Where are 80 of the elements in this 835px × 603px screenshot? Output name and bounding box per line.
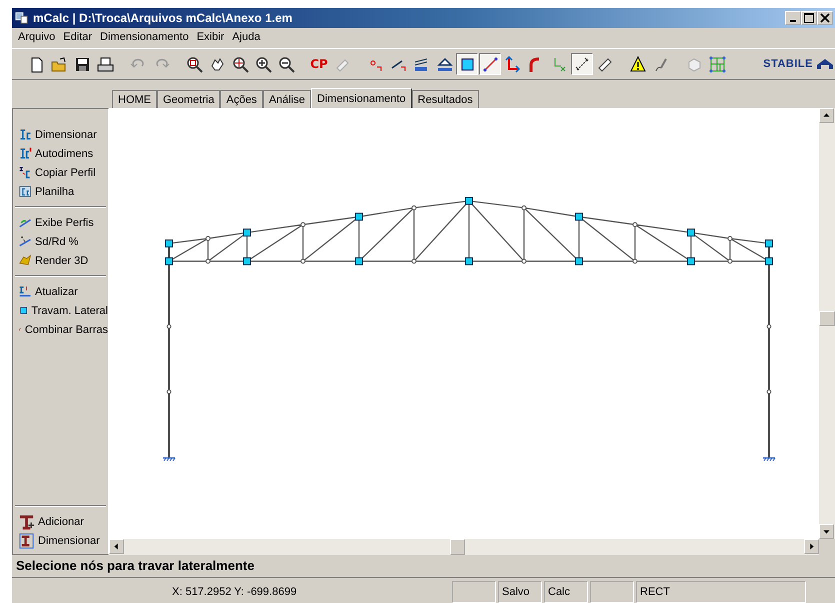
tab[interactable]: Dimensionamento bbox=[311, 88, 412, 108]
scroll-left-icon[interactable] bbox=[109, 539, 124, 554]
maximize-button[interactable] bbox=[801, 11, 817, 25]
tab[interactable]: HOME bbox=[112, 90, 157, 108]
square-button[interactable] bbox=[456, 53, 478, 75]
horizontal-scrollbar[interactable] bbox=[109, 539, 819, 555]
line-icon bbox=[482, 56, 498, 72]
ruler-icon bbox=[596, 56, 614, 72]
close-icon bbox=[820, 13, 830, 23]
sidebar-item[interactable]: Sd/Rd % bbox=[13, 232, 108, 251]
sidebar-item[interactable]: Travam. Lateral bbox=[13, 301, 108, 320]
square-icon bbox=[19, 304, 28, 317]
sidebar-item[interactable]: Copiar Perfil bbox=[13, 163, 108, 182]
status-panel bbox=[590, 581, 634, 603]
axes-icon bbox=[504, 56, 522, 72]
folder-icon bbox=[50, 56, 68, 72]
sidebar-item[interactable]: Planilha bbox=[13, 182, 108, 201]
printer-icon bbox=[96, 56, 114, 72]
update-icon bbox=[19, 285, 32, 298]
cube-icon bbox=[686, 56, 702, 72]
i-beam-icon bbox=[19, 532, 35, 548]
menu-item[interactable]: Ajuda bbox=[228, 31, 264, 43]
grid-icon bbox=[708, 56, 726, 72]
zoom-out-icon bbox=[278, 56, 294, 72]
minimize-button[interactable] bbox=[785, 11, 801, 25]
zoom-in-icon bbox=[254, 56, 272, 72]
brand-logo: STABILE bbox=[763, 58, 813, 70]
sidebar-item[interactable]: Dimensionar bbox=[13, 531, 108, 550]
maximize-icon bbox=[804, 13, 814, 23]
sidebar-item[interactable]: Exibe Perfis bbox=[13, 213, 108, 232]
sidebar-item[interactable]: Combinar Barras bbox=[13, 320, 108, 339]
support-icon bbox=[436, 56, 452, 72]
minimize-icon bbox=[790, 20, 796, 22]
sidebar-item[interactable]: Atualizar bbox=[13, 282, 108, 301]
scroll-down-icon[interactable] bbox=[819, 524, 834, 539]
scroll-thumb[interactable] bbox=[819, 311, 835, 326]
tab[interactable]: Geometria bbox=[157, 90, 220, 108]
pen-icon bbox=[652, 56, 670, 72]
i-beam-icon bbox=[19, 128, 32, 141]
roof-icon bbox=[817, 59, 833, 69]
i-beam-icon bbox=[19, 514, 35, 530]
scroll-right-icon[interactable] bbox=[804, 539, 819, 554]
status-panel bbox=[452, 581, 496, 603]
scroll-thumb[interactable] bbox=[450, 539, 466, 555]
i-beam-icon bbox=[19, 166, 32, 179]
scroll-up-icon[interactable] bbox=[819, 108, 834, 123]
i-beam-icon bbox=[19, 147, 32, 160]
tab[interactable]: Resultados bbox=[412, 90, 479, 108]
sidebar-item[interactable]: Autodimens bbox=[13, 144, 108, 163]
menu-item[interactable]: Exibir bbox=[192, 31, 228, 43]
sheet-icon bbox=[19, 185, 32, 198]
status-message: Selecione nós para travar lateralmente bbox=[12, 555, 835, 578]
warning-icon bbox=[630, 56, 646, 72]
render-icon bbox=[19, 254, 32, 267]
close-button[interactable] bbox=[817, 11, 833, 25]
status-field: Salvo bbox=[498, 581, 542, 603]
sidebar-item[interactable]: Adicionar bbox=[13, 512, 108, 531]
dimension-button[interactable] bbox=[571, 53, 593, 75]
window-title: mCalc | D:\Troca\Arquivos mCalc\Anexo 1.em bbox=[33, 11, 292, 25]
floppy-icon bbox=[74, 56, 90, 72]
tab[interactable]: Análise bbox=[262, 90, 312, 108]
vertical-scrollbar[interactable] bbox=[819, 108, 835, 539]
sidebar-item[interactable]: Dimensionar bbox=[13, 125, 108, 144]
status-field: Calc bbox=[544, 581, 588, 603]
bars-icon bbox=[412, 56, 430, 72]
menu-item[interactable]: Arquivo bbox=[14, 31, 60, 43]
magnifier-icon bbox=[232, 56, 248, 72]
tab[interactable]: Ações bbox=[220, 90, 263, 108]
line-button[interactable] bbox=[479, 53, 501, 75]
app-icon bbox=[14, 11, 30, 25]
status-field: RECT bbox=[636, 581, 806, 603]
menu-item[interactable]: Editar bbox=[59, 31, 96, 43]
square-icon bbox=[458, 56, 476, 72]
ratio-icon bbox=[19, 235, 32, 248]
hand-icon bbox=[208, 56, 226, 72]
magnifier-icon bbox=[186, 56, 202, 72]
coordinates-readout: X: 517.2952 Y: -699.8699 bbox=[171, 585, 298, 600]
dimension-icon bbox=[574, 56, 590, 72]
sidebar-item[interactable]: Render 3D bbox=[13, 251, 108, 270]
menu-item[interactable]: Dimensionamento bbox=[96, 31, 193, 43]
